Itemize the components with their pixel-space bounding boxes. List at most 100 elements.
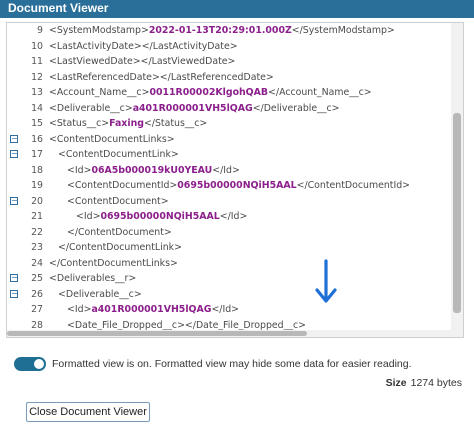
code-line: − 25 <Deliverables__r>	[7, 271, 451, 287]
collapse-icon[interactable]: −	[10, 196, 18, 205]
line-number: 22	[31, 226, 43, 238]
xml-tag: <LastReferencedDate></LastReferencedDate…	[49, 71, 274, 83]
line-number: 11	[31, 56, 43, 67]
line-content: <LastActivityDate></LastActivityDate>	[49, 39, 238, 55]
xml-value: 2022-01-13T20:29:01.000Z	[148, 25, 292, 36]
code-line: 15 <Status__c>Faxing</Status__c>	[7, 116, 451, 132]
formatted-view-notice: Formatted view is on. Formatted view may…	[52, 358, 412, 370]
line-content: <Id>a401R000001VH5lQAG</Id>	[67, 302, 239, 318]
line-content: <SystemModstamp>2022-01-13T20:29:01.000Z…	[49, 23, 395, 39]
line-number: 27	[31, 304, 43, 315]
line-number: 24	[31, 257, 43, 269]
line-content: <ContentDocument>	[67, 194, 169, 210]
xml-tag: <LastViewedDate></LastViewedDate>	[49, 56, 236, 67]
line-content: </ContentDocument>	[67, 225, 172, 241]
xml-tag: </Deliverable__c>	[252, 102, 340, 114]
line-number: 18	[31, 164, 43, 176]
line-content: </ContentDocumentLink>	[58, 240, 182, 256]
xml-tag: <ContentDocument>	[67, 195, 169, 207]
line-number: 15	[31, 118, 43, 129]
xml-tag: <ContentDocumentLinks>	[49, 133, 175, 145]
collapse-icon[interactable]: −	[10, 274, 18, 282]
line-content: <Id>06A5b000019kU0YEAU</Id>	[67, 163, 240, 179]
close-document-viewer-button[interactable]: Close Document Viewer	[26, 402, 150, 422]
code-line: 18 <Id>06A5b000019kU0YEAU</Id>	[7, 163, 451, 179]
xml-tag: </SystemModstamp>	[291, 25, 395, 36]
xml-tag: </Id>	[211, 304, 240, 315]
xml-tag: <Deliverable__c>	[49, 102, 133, 114]
xml-tag: </Id>	[212, 164, 240, 176]
line-content: <Deliverable__c>a401R000001VH5lQAG</Deli…	[49, 101, 340, 117]
xml-value: 06A5b000019kU0YEAU	[91, 164, 213, 176]
line-number: 17	[31, 149, 43, 160]
size-label: Size	[385, 377, 407, 389]
xml-value: 0695b00000NQiH5AAL	[177, 180, 297, 191]
formatted-view-toggle[interactable]	[14, 357, 46, 371]
toggle-knob	[34, 359, 44, 369]
line-content: <Deliverable__c>	[58, 287, 142, 303]
line-number: 9	[37, 25, 43, 36]
xml-tag: <Date_File_Dropped__c></Date_File_Droppe…	[67, 319, 307, 331]
horizontal-scrollbar[interactable]	[7, 330, 451, 337]
xml-tag: </ContentDocumentId>	[296, 180, 411, 191]
code-line: 19 <ContentDocumentId>0695b00000NQiH5AAL<…	[7, 178, 451, 194]
line-content: <Id>0695b00000NQiH5AAL</Id>	[76, 209, 247, 225]
xml-tag: </Status__c>	[143, 118, 208, 129]
code-line: 9 <SystemModstamp>2022-01-13T20:29:01.000…	[7, 23, 451, 39]
code-line: 14 <Deliverable__c>a401R000001VH5lQAG</De…	[7, 101, 451, 117]
code-line: 12 <LastReferencedDate></LastReferencedDa…	[7, 70, 451, 86]
line-content: <ContentDocumentLinks>	[49, 132, 175, 148]
xml-tag: <SystemModstamp>	[49, 25, 149, 36]
code-line: − 26 <Deliverable__c>	[7, 287, 451, 303]
line-content: </ContentDocumentLinks>	[49, 256, 178, 272]
xml-value: 0011R00002KlgohQAB	[149, 87, 269, 98]
code-line: 23 </ContentDocumentLink>	[7, 240, 451, 256]
line-number: 20	[31, 195, 43, 207]
code-line: 10 <LastActivityDate></LastActivityDate>	[7, 39, 451, 55]
code-line: 13 <Account_Name__c>0011R00002KlgohQAB</A…	[7, 85, 451, 101]
xml-tag: <ContentDocumentLink>	[58, 149, 179, 160]
line-content: <LastViewedDate></LastViewedDate>	[49, 54, 235, 70]
xml-tag: </Account_Name__c>	[268, 87, 372, 98]
code-line: 11 <LastViewedDate></LastViewedDate>	[7, 54, 451, 70]
document-viewer-panel: 9 <SystemModstamp>2022-01-13T20:29:01.000…	[6, 22, 464, 338]
line-number: 26	[31, 288, 43, 300]
code-line: − 17 <ContentDocumentLink>	[7, 147, 451, 163]
line-number: 10	[31, 40, 43, 52]
collapse-icon[interactable]: −	[10, 289, 18, 298]
line-content: <LastReferencedDate></LastReferencedDate…	[49, 70, 274, 86]
code-line: − 20 <ContentDocument>	[7, 194, 451, 210]
code-line: 27 <Id>a401R000001VH5lQAG</Id>	[7, 302, 451, 318]
line-number: 21	[31, 211, 43, 222]
size-value: 1274 bytes	[410, 377, 462, 389]
line-number: 19	[31, 180, 43, 191]
xml-value: a401R000001VH5lQAG	[132, 102, 253, 114]
line-number: 12	[31, 71, 43, 83]
line-number: 13	[31, 87, 43, 98]
xml-tag: <ContentDocumentId>	[67, 180, 178, 191]
vertical-scroll-thumb[interactable]	[453, 113, 461, 313]
vertical-scrollbar[interactable]	[451, 23, 463, 337]
line-content: <ContentDocumentLink>	[58, 147, 179, 163]
horizontal-scroll-thumb[interactable]	[7, 331, 307, 336]
line-content: <Status__c>Faxing</Status__c>	[49, 116, 207, 132]
line-content: <Account_Name__c>0011R00002KlgohQAB</Acc…	[49, 85, 372, 101]
window-title: Document Viewer	[0, 0, 474, 18]
xml-value: Faxing	[109, 118, 144, 129]
code-line: 22 </ContentDocument>	[7, 225, 451, 241]
xml-tag: <LastActivityDate></LastActivityDate>	[49, 40, 238, 52]
collapse-icon[interactable]: −	[10, 134, 18, 143]
xml-tag: </ContentDocumentLinks>	[49, 257, 178, 269]
xml-tag: <Status__c>	[49, 118, 110, 129]
xml-tag: <Deliverables__r>	[49, 273, 137, 284]
xml-tag: <Id>	[67, 304, 92, 315]
xml-tag: <Id>	[76, 211, 101, 222]
xml-tag: <Id>	[67, 164, 92, 176]
xml-tag: </ContentDocumentLink>	[58, 242, 182, 253]
xml-tag: </ContentDocument>	[67, 226, 172, 238]
line-number: 25	[31, 273, 43, 284]
xml-code-view: 9 <SystemModstamp>2022-01-13T20:29:01.000…	[7, 23, 463, 337]
size-info: Size 1274 bytes	[386, 377, 462, 389]
collapse-icon[interactable]: −	[10, 150, 18, 158]
code-line: 24 </ContentDocumentLinks>	[7, 256, 451, 272]
